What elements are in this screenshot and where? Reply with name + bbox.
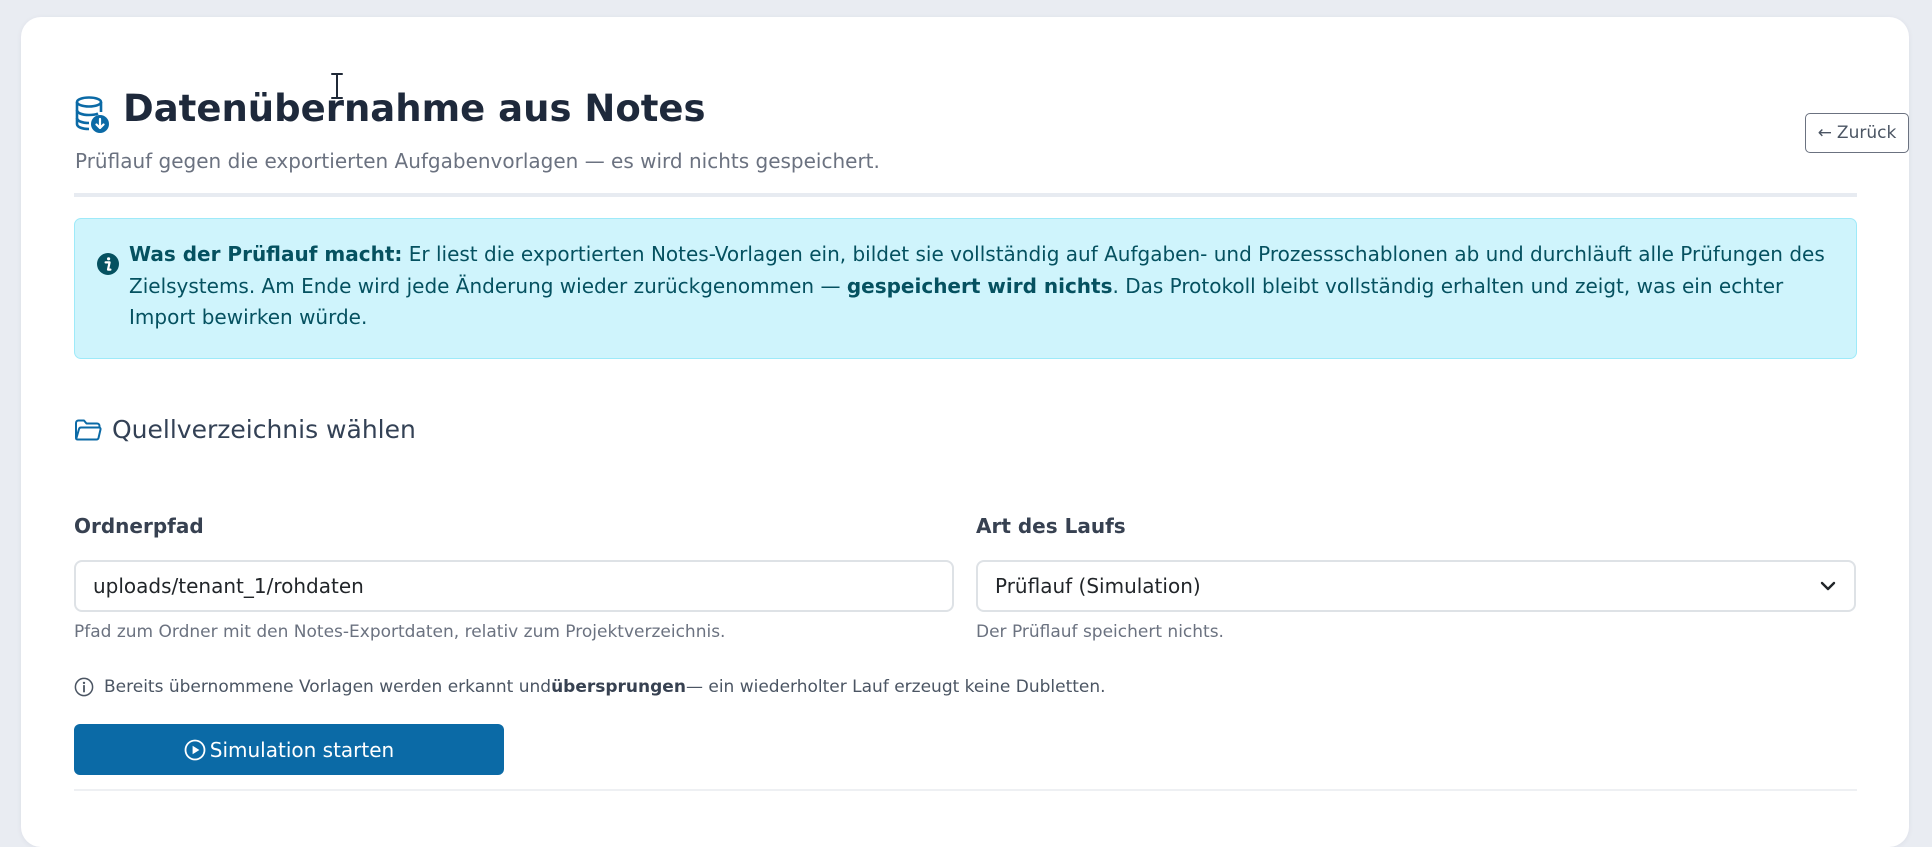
- page-header: Datenübernahme aus Notes Prüflauf gegen …: [74, 71, 1909, 197]
- info-circle-icon: [97, 253, 119, 275]
- run-type-label: Art des Laufs: [976, 514, 1126, 538]
- run-type-select[interactable]: Prüflauf (Simulation): [976, 560, 1856, 612]
- main-card: Datenübernahme aus Notes Prüflauf gegen …: [21, 17, 1909, 847]
- folder-icon: [75, 419, 102, 440]
- page-title: Datenübernahme aus Notes: [123, 87, 706, 130]
- play-circle-icon: [184, 739, 206, 760]
- run-type-selected: Prüflauf (Simulation): [995, 574, 1201, 598]
- start-simulation-button[interactable]: Simulation starten: [74, 724, 504, 775]
- note-text-part-1: Bereits übernommene Vorlagen werden erka…: [104, 677, 552, 697]
- section-title: Quellverzeichnis wählen: [112, 415, 416, 444]
- note-text-part-2: — ein wiederholter Lauf erzeugt keine Du…: [685, 677, 1106, 697]
- info-outline-icon: [74, 677, 94, 697]
- info-emphasis: gespeichert wird nichts: [846, 273, 1113, 298]
- info-text: Was der Prüflauf macht: Er liest die exp…: [129, 239, 1829, 334]
- run-type-help: Der Prüflauf speichert nichts.: [976, 622, 1224, 642]
- page-subtitle: Prüflauf gegen die exportierten Aufgaben…: [75, 149, 880, 173]
- section-heading: Quellverzeichnis wählen: [74, 415, 416, 444]
- folder-path-help: Pfad zum Ordner mit den Notes-Exportdate…: [74, 622, 726, 642]
- folder-path-input[interactable]: [74, 560, 954, 612]
- divider: [74, 789, 1857, 791]
- back-button[interactable]: ← Zurück: [1805, 113, 1909, 153]
- folder-path-label: Ordnerpfad: [74, 514, 204, 538]
- info-lead: Was der Prüflauf macht:: [129, 242, 403, 266]
- info-alert: Was der Prüflauf macht: Er liest die exp…: [74, 218, 1857, 359]
- arrow-left-icon: ←: [1817, 123, 1832, 143]
- start-simulation-label: Simulation starten: [209, 737, 395, 762]
- chevron-down-icon: [1820, 581, 1836, 591]
- note-bold: übersprungen: [551, 677, 686, 697]
- back-button-label: Zurück: [1836, 123, 1897, 143]
- duplicate-note: Bereits übernommene Vorlagen werden erka…: [74, 677, 1106, 697]
- database-download-icon: [75, 96, 109, 133]
